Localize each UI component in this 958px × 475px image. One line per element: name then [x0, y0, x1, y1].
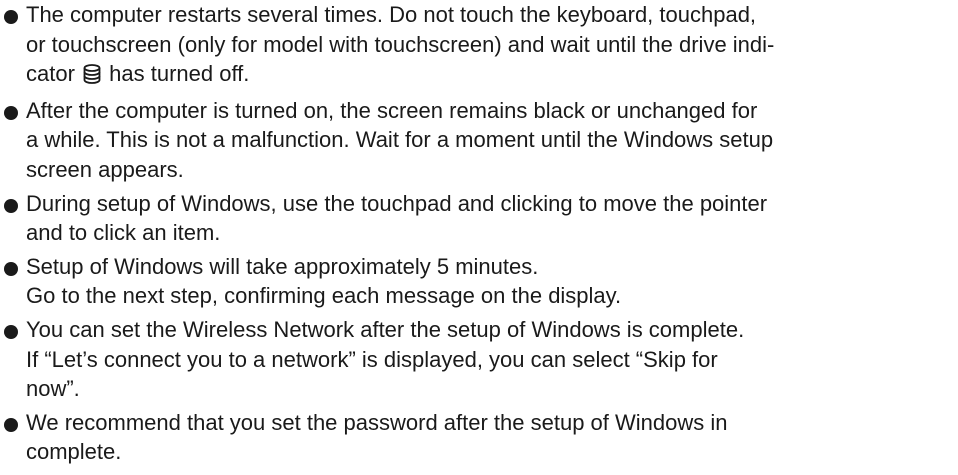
drive-indicator-icon: [83, 62, 101, 92]
bullet-icon: [4, 105, 18, 120]
text-line: After the computer is turned on, the scr…: [26, 97, 758, 123]
list-item-password: We recommend that you set the password a…: [0, 408, 958, 467]
list-item-touchpad: During setup of Windows, use the touchpa…: [0, 189, 958, 248]
bullet-icon: [4, 10, 18, 24]
text-line: During setup of Windows, use the touchpa…: [26, 190, 768, 216]
text-line: You can set the Wireless Network after t…: [26, 316, 745, 342]
text-line: complete.: [26, 439, 122, 465]
list-item-setup-time: Setup of Windows will take approximately…: [0, 252, 958, 311]
bullet-icon: [4, 261, 18, 276]
text-line: screen appears.: [26, 156, 184, 182]
list-item-black-screen: After the computer is turned on, the scr…: [0, 96, 958, 185]
text-after-icon: has turned off.: [103, 61, 250, 87]
text-line: If “Let’s connect you to a network” is d…: [26, 346, 718, 372]
text-line: We recommend that you set the password a…: [26, 409, 728, 435]
instruction-list: The computer restarts several times. Do …: [0, 0, 958, 471]
text-line: Go to the next step, confirming each mes…: [26, 283, 622, 309]
text-line-with-icon: cator has turned off.: [26, 59, 958, 92]
list-item-restarts: The computer restarts several times. Do …: [0, 0, 958, 92]
text-before-icon: cator: [26, 61, 82, 87]
text-line: The computer restarts several times. Do …: [26, 2, 757, 27]
text-line: a while. This is not a malfunction. Wait…: [26, 127, 774, 153]
text-line: and to click an item.: [26, 220, 221, 246]
bullet-icon: [4, 417, 18, 432]
bullet-icon: [4, 198, 18, 213]
text-line: or touchscreen (only for model with touc…: [26, 31, 775, 57]
text-line: Setup of Windows will take approximately…: [26, 253, 539, 279]
text-line: now”.: [26, 376, 80, 402]
bullet-icon: [4, 324, 18, 339]
list-item-wireless: You can set the Wireless Network after t…: [0, 315, 958, 404]
